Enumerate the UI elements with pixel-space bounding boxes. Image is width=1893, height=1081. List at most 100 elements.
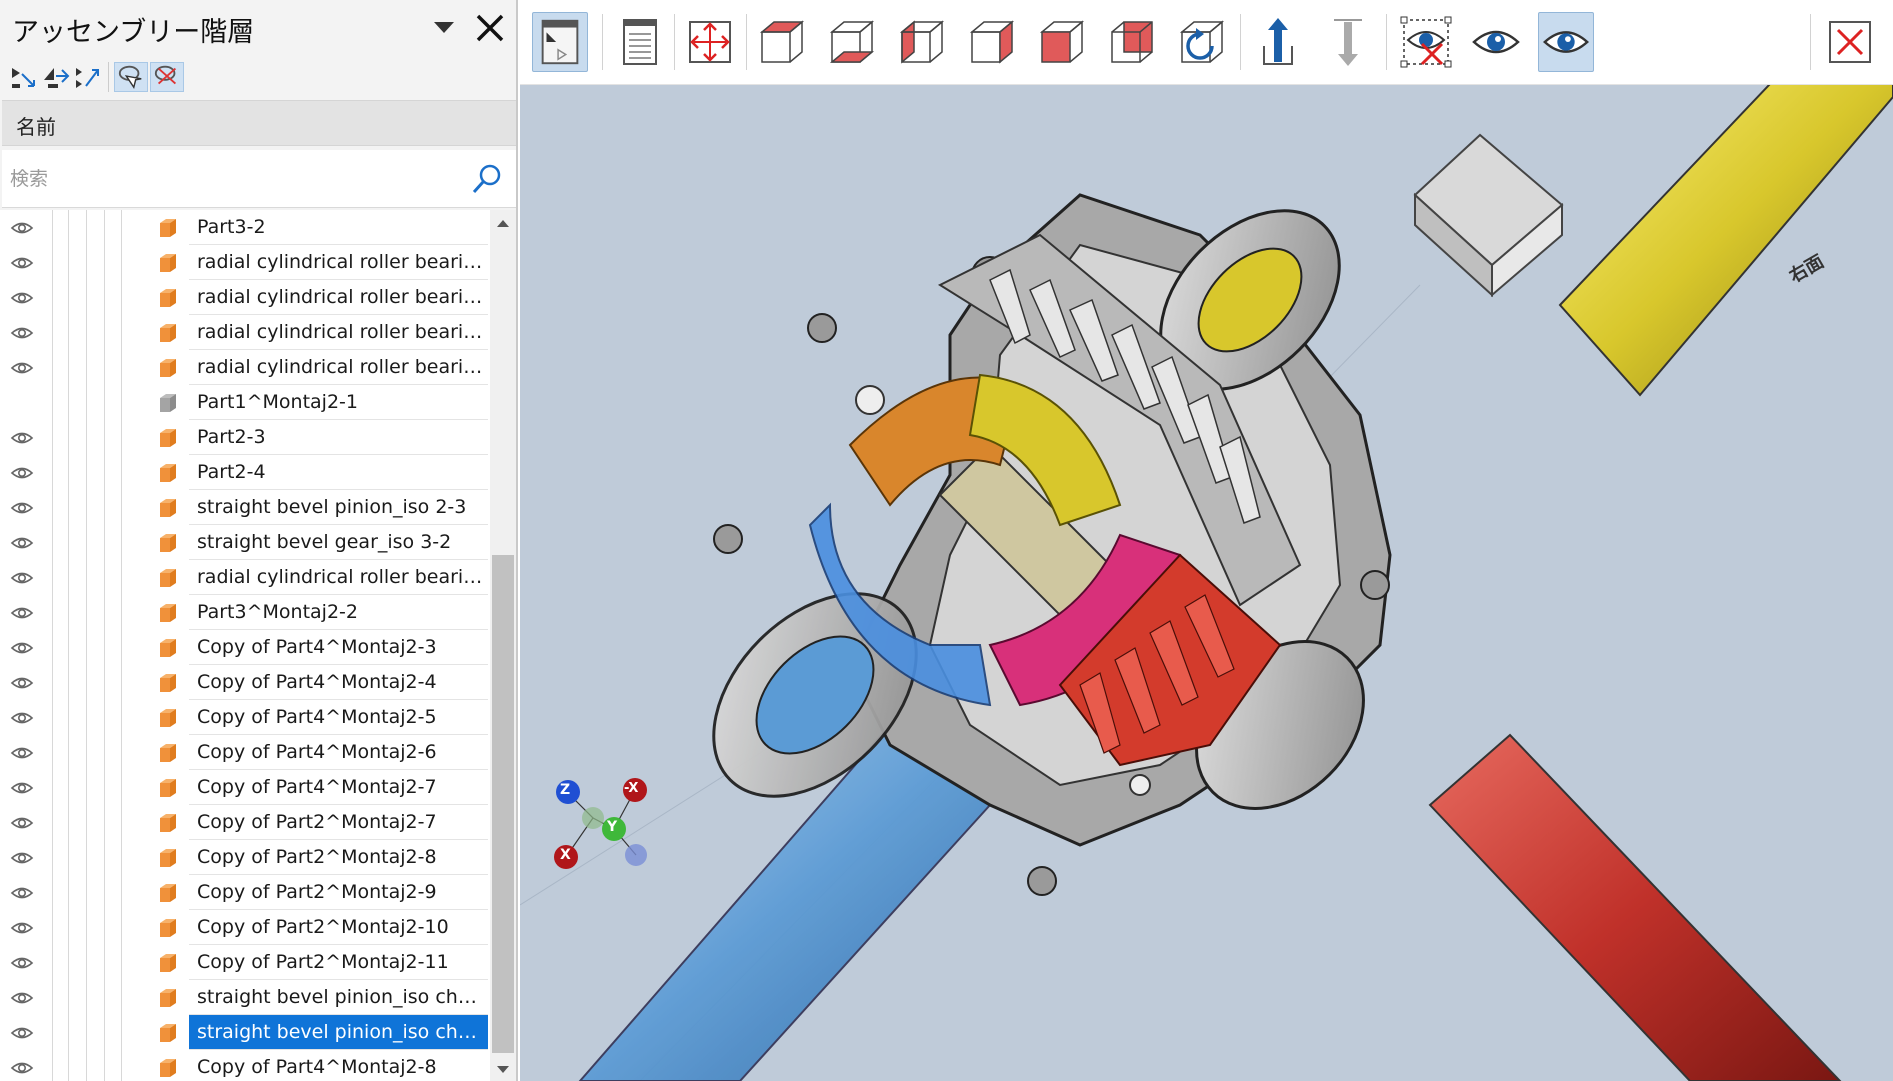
view-bottom-icon[interactable]	[824, 12, 880, 72]
tree-item[interactable]: radial cylindrical roller beari…	[189, 560, 488, 595]
tree-row[interactable]: Copy of Part4^Montaj2-7	[0, 770, 490, 805]
view-back-icon[interactable]	[1104, 12, 1160, 72]
tree-row[interactable]: straight bevel pinion_iso ch…	[0, 980, 490, 1015]
visibility-eye-icon[interactable]	[10, 674, 34, 692]
view-front-icon[interactable]	[1034, 12, 1090, 72]
show-all-icon[interactable]	[1468, 12, 1524, 72]
deselect-filter-icon[interactable]	[150, 62, 184, 92]
column-header-name[interactable]: 名前	[2, 100, 516, 146]
view-top-icon[interactable]	[754, 12, 810, 72]
visibility-eye-icon[interactable]	[10, 569, 34, 587]
tree-row[interactable]: Part1^Montaj2-1	[0, 385, 490, 420]
tree-item[interactable]: Part2-4	[189, 455, 488, 490]
visibility-eye-icon[interactable]	[10, 359, 34, 377]
tree-row[interactable]: Part3-2	[0, 210, 490, 245]
tree-item[interactable]: Copy of Part2^Montaj2-10	[189, 910, 488, 945]
visibility-eye-icon[interactable]	[10, 849, 34, 867]
tree-scrollbar[interactable]	[490, 210, 516, 1081]
view-mode-panel-icon[interactable]	[532, 12, 588, 72]
view-left-icon[interactable]	[894, 12, 950, 72]
visibility-eye-icon[interactable]	[10, 499, 34, 517]
expand-tree-icon[interactable]	[8, 62, 40, 92]
tree-row[interactable]: straight bevel pinion_iso 2-3	[0, 490, 490, 525]
visibility-eye-icon[interactable]	[10, 1059, 34, 1077]
tree-row[interactable]: radial cylindrical roller beari…	[0, 315, 490, 350]
tree-row[interactable]: Copy of Part4^Montaj2-8	[0, 1050, 490, 1081]
sync-tree-icon[interactable]	[72, 62, 104, 92]
tree-item[interactable]: radial cylindrical roller beari…	[189, 280, 488, 315]
tree-row[interactable]: Part3^Montaj2-2	[0, 595, 490, 630]
tree-item[interactable]: Part1^Montaj2-1	[189, 385, 488, 420]
visibility-eye-icon[interactable]	[10, 254, 34, 272]
tree-item[interactable]: Copy of Part2^Montaj2-9	[189, 875, 488, 910]
tree-row[interactable]: straight bevel gear_iso 3-2	[0, 525, 490, 560]
visibility-eye-icon[interactable]	[10, 429, 34, 447]
tree-item[interactable]: radial cylindrical roller beari…	[189, 350, 488, 385]
scrollbar-thumb[interactable]	[492, 555, 514, 1053]
tree-item[interactable]: straight bevel pinion_iso 2-3	[189, 490, 488, 525]
search-icon[interactable]	[470, 162, 504, 196]
visibility-eye-icon[interactable]	[10, 779, 34, 797]
visibility-eye-icon[interactable]	[10, 1024, 34, 1042]
tree-row[interactable]: Copy of Part2^Montaj2-8	[0, 840, 490, 875]
visibility-toggle-icon[interactable]	[1538, 12, 1594, 72]
tree-row[interactable]: Copy of Part4^Montaj2-3	[0, 630, 490, 665]
tree-row[interactable]: radial cylindrical roller beari…	[0, 350, 490, 385]
tree-row[interactable]: straight bevel pinion_iso ch…	[0, 1015, 490, 1050]
close-icon[interactable]	[472, 10, 508, 46]
visibility-eye-icon[interactable]	[10, 814, 34, 832]
tree-item[interactable]: Part3^Montaj2-2	[189, 595, 488, 630]
tree-row[interactable]: radial cylindrical roller beari…	[0, 245, 490, 280]
view-isometric-rotate-icon[interactable]	[1174, 12, 1230, 72]
visibility-eye-icon[interactable]	[10, 219, 34, 237]
visibility-eye-icon[interactable]	[10, 954, 34, 972]
visibility-eye-icon[interactable]	[10, 604, 34, 622]
tree-row[interactable]: Part2-4	[0, 455, 490, 490]
view-right-icon[interactable]	[964, 12, 1020, 72]
visibility-eye-icon[interactable]	[10, 709, 34, 727]
tree-row[interactable]: Copy of Part4^Montaj2-6	[0, 735, 490, 770]
tree-row[interactable]: Copy of Part4^Montaj2-4	[0, 665, 490, 700]
visibility-eye-icon[interactable]	[10, 744, 34, 762]
tree-item[interactable]: Part2-3	[189, 420, 488, 455]
visibility-eye-icon[interactable]	[10, 289, 34, 307]
tree-row[interactable]: Copy of Part2^Montaj2-9	[0, 875, 490, 910]
tree-item[interactable]: Copy of Part2^Montaj2-11	[189, 945, 488, 980]
visibility-eye-icon[interactable]	[10, 639, 34, 657]
collapse-explode-icon[interactable]	[1320, 12, 1376, 72]
tree-item[interactable]: Copy of Part4^Montaj2-4	[189, 665, 488, 700]
scroll-down-arrow-icon[interactable]	[496, 1065, 510, 1075]
tree-item[interactable]: Copy of Part4^Montaj2-3	[189, 630, 488, 665]
visibility-eye-icon[interactable]	[10, 884, 34, 902]
tree-item[interactable]: Copy of Part2^Montaj2-7	[189, 805, 488, 840]
dropdown-arrow-icon[interactable]	[431, 18, 457, 38]
tree-row[interactable]: Copy of Part2^Montaj2-11	[0, 945, 490, 980]
visibility-eye-icon[interactable]	[10, 919, 34, 937]
tree-item[interactable]: Part3-2	[189, 210, 488, 245]
tree-row[interactable]: Copy of Part2^Montaj2-10	[0, 910, 490, 945]
select-filter-icon[interactable]	[114, 62, 148, 92]
tree-item[interactable]: Copy of Part4^Montaj2-7	[189, 770, 488, 805]
assembly-tree[interactable]: Part3-2 radial cylindrical roller beari… r…	[0, 210, 490, 1081]
tree-item[interactable]: radial cylindrical roller beari…	[189, 245, 488, 280]
tree-item-selected[interactable]: straight bevel pinion_iso ch…	[189, 1015, 488, 1050]
tree-item[interactable]: radial cylindrical roller beari…	[189, 315, 488, 350]
close-viewer-icon[interactable]	[1822, 12, 1878, 72]
3d-viewport[interactable]: 右面 Z Y X -X	[520, 85, 1893, 1081]
collapse-tree-icon[interactable]	[40, 62, 72, 92]
tree-item[interactable]: straight bevel pinion_iso ch…	[189, 980, 488, 1015]
tree-item[interactable]: Copy of Part2^Montaj2-8	[189, 840, 488, 875]
hide-selected-icon[interactable]	[1398, 12, 1454, 72]
visibility-eye-icon[interactable]	[10, 989, 34, 1007]
assembly-model-render[interactable]	[520, 85, 1893, 1081]
search-input[interactable]	[8, 162, 452, 196]
visibility-eye-icon[interactable]	[10, 534, 34, 552]
visibility-eye-icon[interactable]	[10, 324, 34, 342]
visibility-eye-icon[interactable]	[10, 464, 34, 482]
tree-item[interactable]: straight bevel gear_iso 3-2	[189, 525, 488, 560]
document-view-icon[interactable]	[612, 12, 668, 72]
explode-icon[interactable]	[1250, 12, 1306, 72]
tree-item[interactable]: Copy of Part4^Montaj2-6	[189, 735, 488, 770]
tree-row[interactable]: Part2-3	[0, 420, 490, 455]
tree-row[interactable]: radial cylindrical roller beari…	[0, 560, 490, 595]
